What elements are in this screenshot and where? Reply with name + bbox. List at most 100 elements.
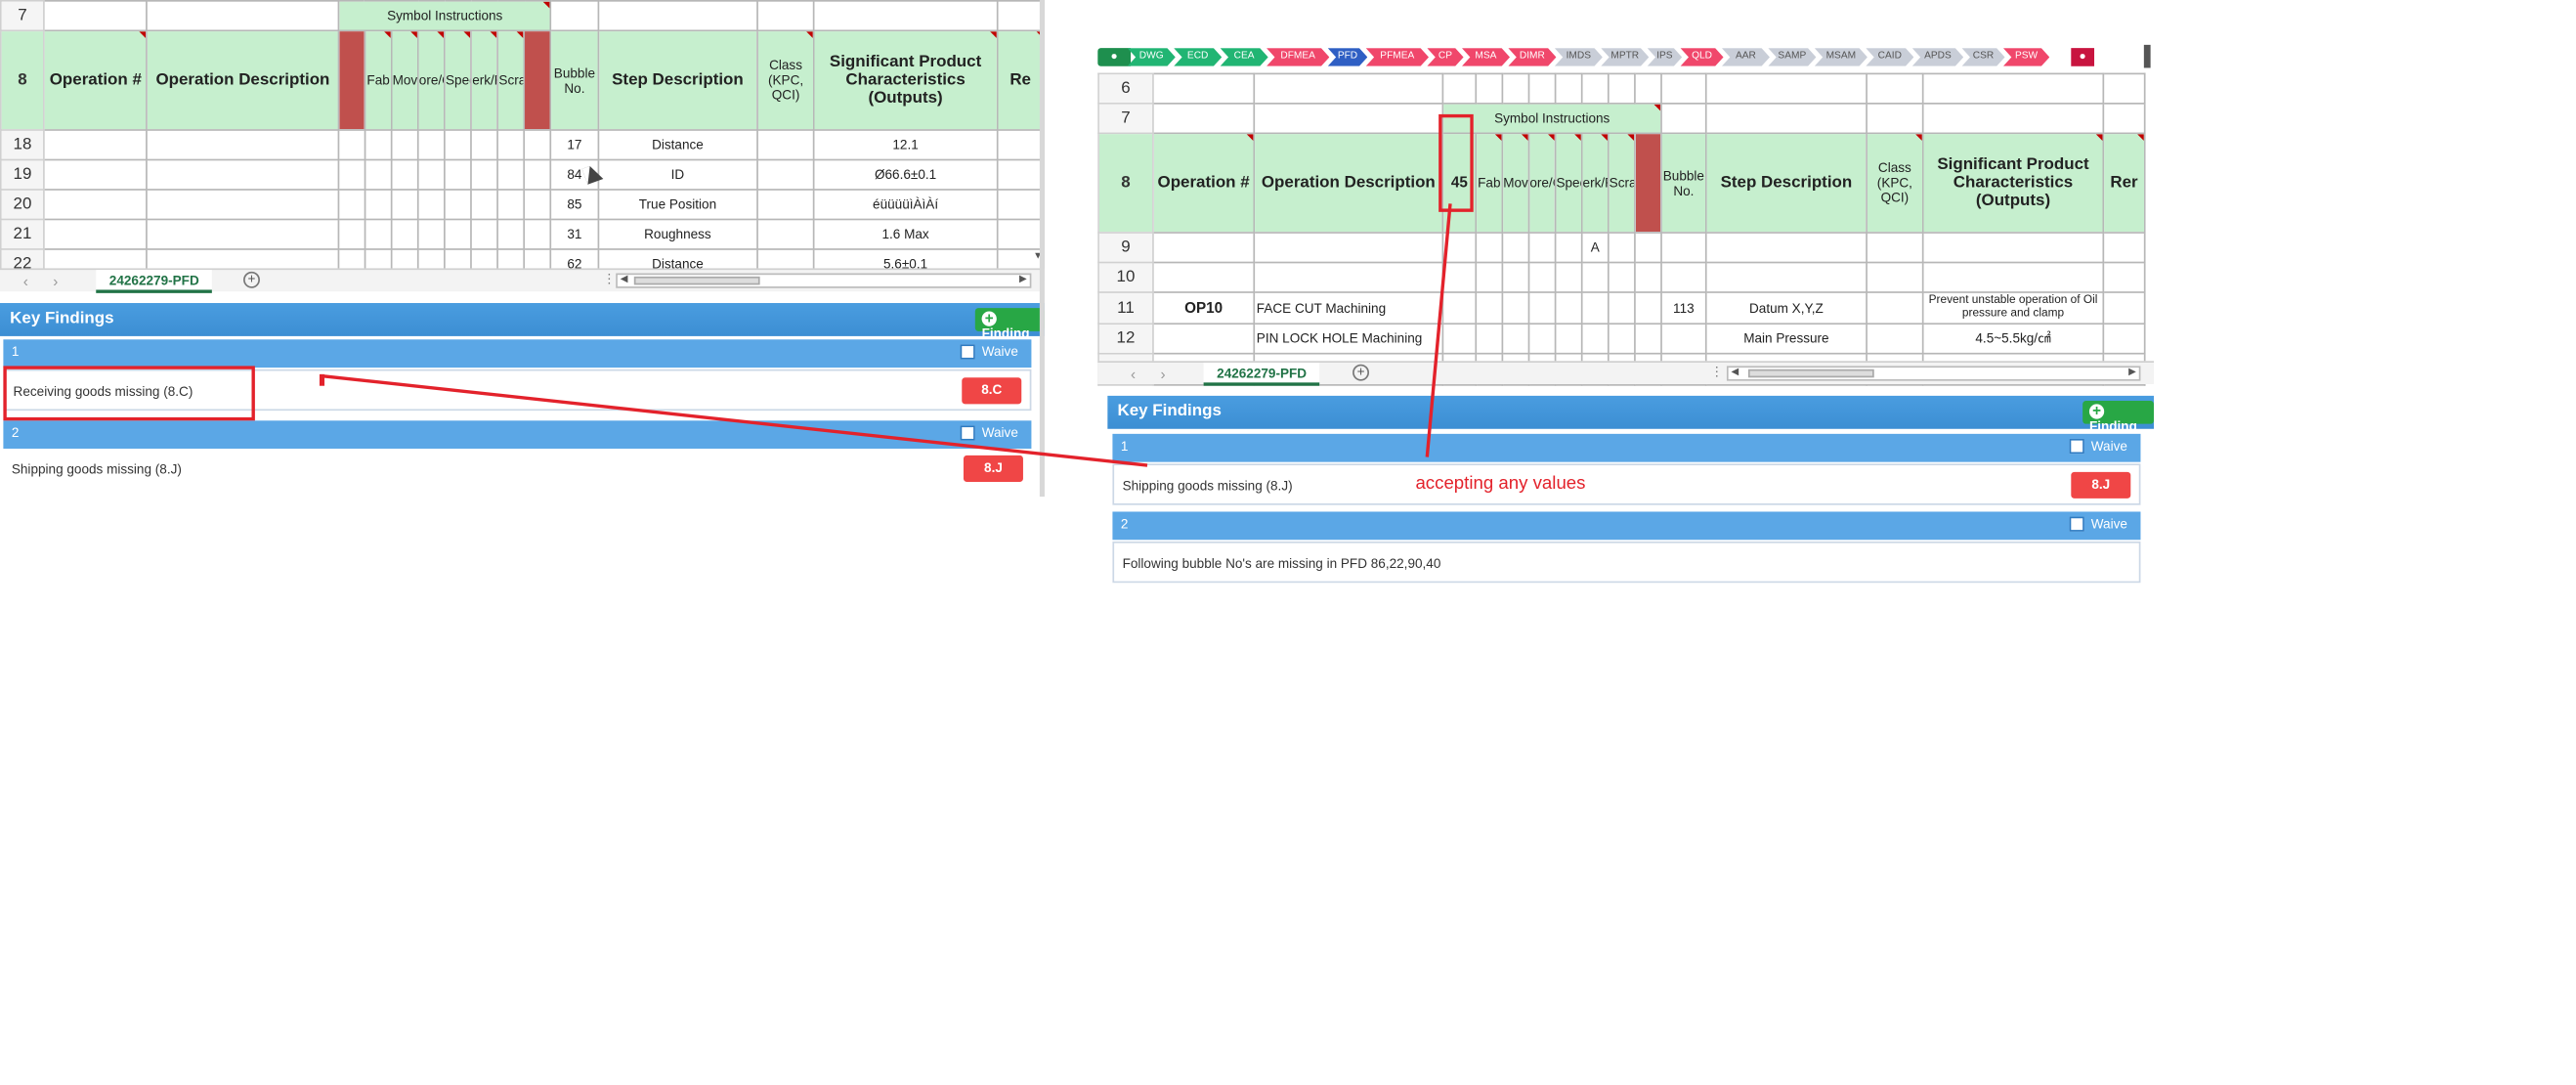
cell[interactable] [523,158,552,191]
operation-description-header[interactable]: Operation Description [146,29,340,131]
symbol-col-header[interactable]: erk/R [470,29,499,131]
cell[interactable] [417,189,447,221]
cell[interactable] [523,218,552,250]
step-cell[interactable]: Roughness [596,218,758,250]
cell[interactable] [1921,72,2105,105]
cell[interactable] [2102,103,2146,135]
cell[interactable] [470,129,499,161]
waive-toggle[interactable]: Waive [2069,517,2127,533]
stage-dfmea[interactable]: DFMEA [1267,48,1329,66]
cell[interactable] [470,158,499,191]
spc-cell[interactable]: 12.1 [813,129,999,161]
cell[interactable] [444,129,473,161]
remarks-header[interactable]: Rer [2102,132,2146,234]
cell[interactable] [470,218,499,250]
row-number[interactable]: 8 [0,29,45,131]
stage-ips[interactable]: IPS [1648,48,1683,66]
symbol-col-header[interactable]: Move [390,29,419,131]
step-description-header[interactable]: Step Description [596,29,758,131]
finding-ref-badge[interactable]: 8.J [2071,471,2131,499]
add-finding-button[interactable]: +Finding [974,308,1045,341]
cell[interactable] [496,218,526,250]
cell[interactable] [1607,261,1636,293]
operation-description-header[interactable]: Operation Description [1253,132,1444,234]
cell[interactable] [1921,261,2105,293]
symbol-col-header[interactable]: Fab [1475,132,1504,234]
cell[interactable] [1660,72,1707,105]
cell[interactable] [364,158,393,191]
cell[interactable] [1921,103,2105,135]
cell[interactable] [523,129,552,161]
symbol-instructions-header[interactable]: Symbol Instructions [1441,103,1662,135]
cell[interactable] [1441,323,1478,355]
finding-ref-badge[interactable]: 8.C [962,377,1022,405]
cell[interactable] [1441,232,1478,264]
stage-msam[interactable]: MSAM [1815,48,1868,66]
sheet-next-icon[interactable]: › [53,274,58,290]
cell[interactable] [1634,323,1662,355]
cell[interactable] [364,189,393,221]
step-cell[interactable]: ID [596,158,758,191]
cell[interactable] [470,189,499,221]
row-number[interactable]: 12 [1097,323,1154,355]
cell[interactable] [1704,261,1868,293]
cell[interactable] [444,158,473,191]
cell[interactable] [1554,261,1583,293]
step-description-header[interactable]: Step Description [1704,132,1868,234]
cell[interactable] [1527,72,1557,105]
cell[interactable] [1253,232,1444,264]
sheet-bar-splitter-icon[interactable]: ⋮ [1710,365,1724,379]
cell[interactable] [390,218,419,250]
bubble-cell[interactable]: 85 [550,189,599,221]
cell[interactable] [1607,232,1636,264]
row-number[interactable]: 7 [1097,103,1154,135]
cell[interactable] [1527,261,1557,293]
cell[interactable] [996,218,1045,250]
cell[interactable] [1607,323,1636,355]
ribbon-end-icon[interactable]: ● [2071,48,2095,66]
cell[interactable] [1554,72,1583,105]
spc-cell[interactable]: Ø66.6±0.1 [813,158,999,191]
cell[interactable] [1704,232,1868,264]
cell[interactable] [1866,323,1924,355]
stage-psw[interactable]: PSW [2003,48,2049,66]
cell[interactable] [1866,72,1924,105]
cell[interactable] [43,158,149,191]
cell[interactable] [43,189,149,221]
cell[interactable] [1634,72,1662,105]
stage-dimr[interactable]: DIMR [1508,48,1556,66]
cell[interactable] [1921,232,2105,264]
cell[interactable] [1580,261,1610,293]
cell[interactable] [2102,323,2146,355]
symbol-col-header[interactable]: Scrap/Container [1607,132,1636,234]
cell[interactable] [996,189,1045,221]
horizontal-scrollbar[interactable]: ◀ ▶ [1726,366,2141,381]
cell[interactable] [996,129,1045,161]
spc-cell[interactable]: 1.6 Max [813,218,999,250]
cell[interactable] [390,189,419,221]
waive-toggle[interactable]: Waive [2069,439,2127,455]
operation-cell[interactable] [1152,323,1256,355]
ribbon-start-icon[interactable]: ● [1097,48,1132,66]
finding-ref-badge[interactable]: 8.J [963,455,1023,482]
cell[interactable] [1527,291,1557,326]
symbol-col-header[interactable]: Fab [364,29,393,131]
cell[interactable] [146,129,340,161]
cell[interactable] [596,0,758,32]
cell[interactable] [1554,232,1583,264]
cell[interactable] [813,0,999,32]
cell[interactable] [1580,323,1610,355]
waive-checkbox[interactable] [2069,439,2084,455]
stage-mptr[interactable]: MPTR [1601,48,1649,66]
cell[interactable] [43,218,149,250]
cell[interactable] [1501,72,1530,105]
cell[interactable] [364,218,393,250]
cell[interactable] [1152,72,1256,105]
scroll-left-icon[interactable]: ◀ [618,275,631,286]
cell[interactable] [1866,232,1924,264]
cell[interactable] [417,218,447,250]
cell[interactable] [444,189,473,221]
cell[interactable] [756,129,815,161]
waive-checkbox[interactable] [960,426,975,442]
symbol-col-header[interactable]: Speed [444,29,473,131]
